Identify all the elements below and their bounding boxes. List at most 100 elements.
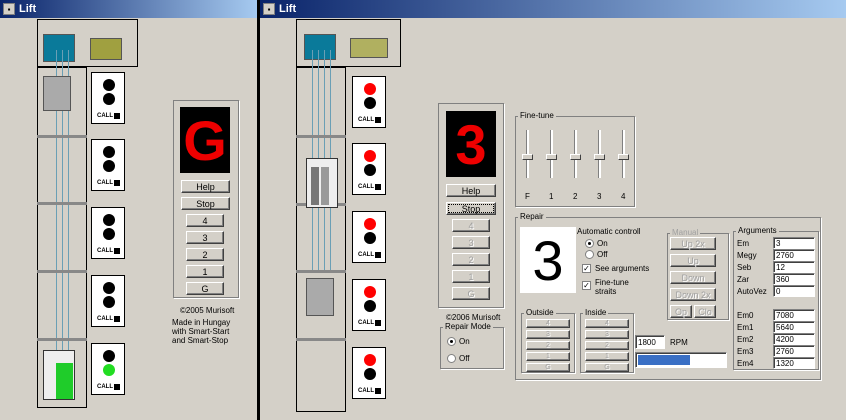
floor-button-2[interactable]: 2	[186, 248, 224, 261]
outside-floor-g[interactable]: G	[526, 363, 570, 372]
argument-name: Em	[737, 239, 749, 248]
slider-f-thumb[interactable]	[522, 154, 533, 160]
up-button[interactable]: Up	[670, 254, 716, 267]
call-box-floor-g: CALL	[91, 343, 125, 395]
call-button[interactable]	[375, 117, 381, 123]
indicator-lamp-red	[364, 354, 376, 366]
floor-button-g[interactable]: G	[186, 282, 224, 295]
inside-floor-1[interactable]: 1	[585, 352, 629, 361]
slider-2-thumb[interactable]	[570, 154, 581, 160]
call-button[interactable]	[375, 252, 381, 258]
call-label: CALL	[97, 180, 113, 186]
repair-mode-off-radio[interactable]	[447, 354, 456, 363]
indicator-lamp-red	[364, 218, 376, 230]
auto-on-radio[interactable]	[585, 239, 594, 248]
repair-mode-label: Repair Mode	[443, 322, 493, 331]
open-door-button[interactable]: Op	[670, 305, 692, 318]
down-button[interactable]: Down	[670, 271, 716, 284]
lift-cabin	[306, 158, 338, 208]
floor-display-value: G	[183, 108, 227, 172]
outside-floor-3[interactable]: 3	[526, 330, 570, 339]
help-button[interactable]: Help	[181, 180, 230, 193]
argument-value[interactable]: 2760	[773, 249, 815, 261]
call-box-floor-3: CALL	[91, 139, 125, 191]
inside-floor-4[interactable]: 4	[585, 319, 629, 328]
inside-floor-2[interactable]: 2	[585, 341, 629, 350]
slider-1-thumb[interactable]	[546, 154, 557, 160]
indicator-lamp	[103, 93, 115, 105]
fine-tune-straits-label: Fine-tune straits	[595, 278, 629, 296]
argument-value[interactable]: 2760	[773, 345, 815, 357]
auto-off-radio[interactable]	[585, 250, 594, 259]
up-2x-button[interactable]: Up 2x	[670, 237, 716, 250]
indicator-lamp	[103, 296, 115, 308]
floor-button-g[interactable]: G	[452, 287, 490, 300]
argument-name: Megy	[737, 251, 757, 260]
argument-value[interactable]: 12	[773, 261, 815, 273]
window-title: Lift	[279, 3, 297, 15]
repair-mode-on-radio[interactable]	[447, 337, 456, 346]
indicator-lamp-red	[364, 83, 376, 95]
argument-value[interactable]: 4200	[773, 333, 815, 345]
fine-tune-straits-checkbox[interactable]: ✓	[582, 281, 591, 290]
inside-floor-3[interactable]: 3	[585, 330, 629, 339]
title-bar[interactable]: ▪ Lift	[260, 0, 846, 18]
slider-4-thumb[interactable]	[618, 154, 629, 160]
call-box-floor-1: CALL	[352, 279, 386, 331]
call-label: CALL	[358, 184, 374, 190]
outside-label: Outside	[524, 308, 556, 317]
floor-button-3[interactable]: 3	[186, 231, 224, 244]
call-box-floor-2: CALL	[91, 207, 125, 259]
floor-button-1[interactable]: 1	[186, 265, 224, 278]
slider-3-thumb[interactable]	[594, 154, 605, 160]
argument-name: Seb	[737, 263, 752, 272]
cabin-door	[321, 167, 329, 205]
argument-value[interactable]: 360	[773, 273, 815, 285]
floor-button-3[interactable]: 3	[452, 236, 490, 249]
call-button[interactable]	[114, 113, 120, 119]
lift-shaft	[296, 67, 346, 412]
floor-display: 3	[446, 111, 496, 177]
floor-button-1[interactable]: 1	[452, 270, 490, 283]
repair-mode-on-label: On	[459, 337, 470, 346]
repair-floor-display: 3	[520, 227, 576, 293]
call-box-floor-1: CALL	[91, 275, 125, 327]
down-2x-button[interactable]: Down 2x	[670, 288, 716, 301]
call-button[interactable]	[375, 184, 381, 190]
call-label: CALL	[97, 113, 113, 119]
slider-f-label: F	[525, 192, 530, 201]
argument-value[interactable]: 3	[773, 237, 815, 249]
help-button[interactable]: Help	[446, 184, 496, 197]
argument-value[interactable]: 1320	[773, 357, 815, 369]
title-bar[interactable]: ▪ Lift	[0, 0, 257, 18]
outside-floor-4[interactable]: 4	[526, 319, 570, 328]
argument-value[interactable]: 7080	[773, 309, 815, 321]
call-button[interactable]	[114, 316, 120, 322]
winch-drum	[304, 34, 336, 60]
lift-window-right: ▪ Lift CALL CALL CALL CALL CALL 3 Help S…	[260, 0, 846, 420]
floor-button-4[interactable]: 4	[452, 219, 490, 232]
window-title: Lift	[19, 3, 37, 15]
inside-floor-g[interactable]: G	[585, 363, 629, 372]
call-box-floor-g: CALL	[352, 347, 386, 399]
call-button[interactable]	[114, 180, 120, 186]
floor-divider	[296, 338, 346, 341]
call-button[interactable]	[375, 388, 381, 394]
call-button[interactable]	[375, 320, 381, 326]
stop-button[interactable]: Stop	[446, 202, 496, 215]
rpm-input[interactable]: 1800	[635, 335, 665, 349]
call-button[interactable]	[114, 248, 120, 254]
stop-button[interactable]: Stop	[181, 197, 230, 210]
call-button[interactable]	[114, 384, 120, 390]
argument-name: Em0	[737, 311, 754, 320]
lift-window-left: ▪ Lift CALL CALL CALL CALL CALL G Help S…	[0, 0, 257, 420]
argument-value[interactable]: 0	[773, 285, 815, 297]
see-arguments-checkbox[interactable]: ✓	[582, 264, 591, 273]
outside-floor-1[interactable]: 1	[526, 352, 570, 361]
floor-button-4[interactable]: 4	[186, 214, 224, 227]
argument-value[interactable]: 5640	[773, 321, 815, 333]
floor-button-2[interactable]: 2	[452, 253, 490, 266]
outside-floor-2[interactable]: 2	[526, 341, 570, 350]
close-door-button[interactable]: Clo	[694, 305, 716, 318]
floor-divider	[37, 202, 87, 205]
